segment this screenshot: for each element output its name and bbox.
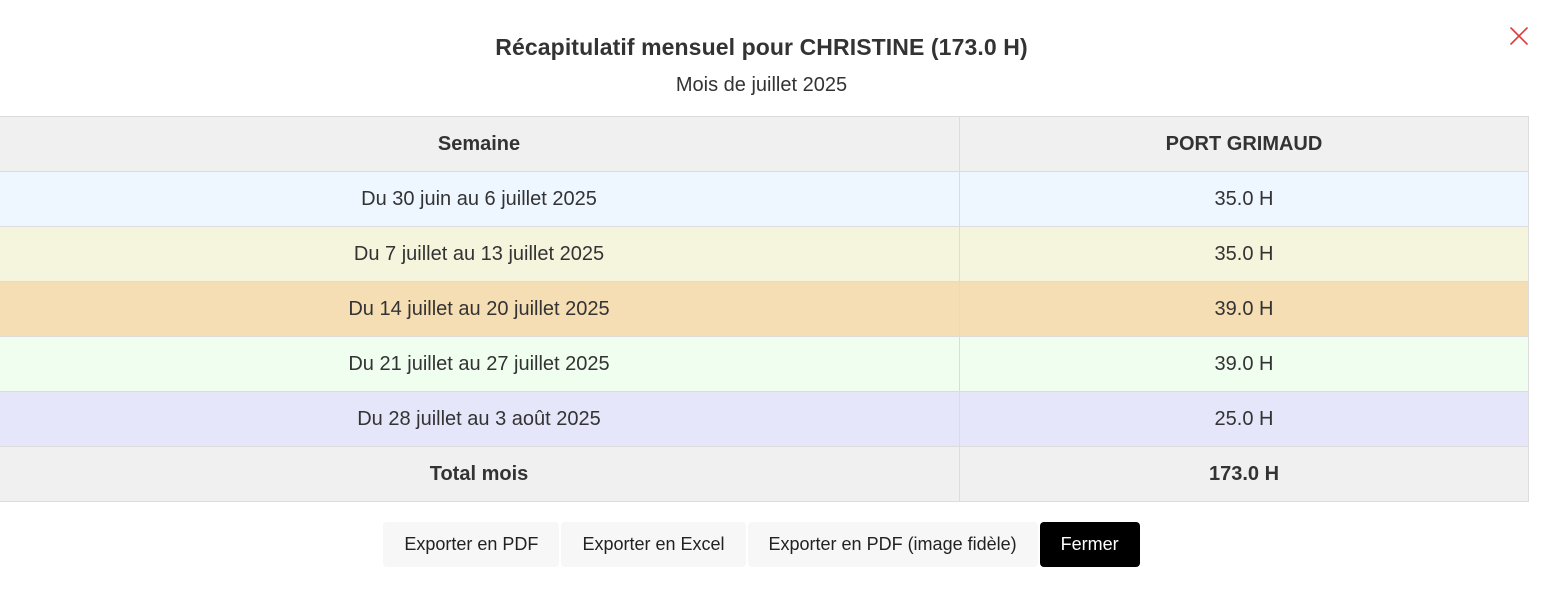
table-row: Du 21 juillet au 27 juillet 2025 39.0 H [0, 336, 1529, 392]
monthly-summary-modal: Récapitulatif mensuel pour CHRISTINE (17… [0, 0, 1561, 591]
total-label: Total mois [0, 446, 960, 502]
hours-cell: 35.0 H [959, 226, 1529, 282]
close-modal-button[interactable]: Fermer [1039, 522, 1140, 567]
export-pdf-button[interactable]: Exporter en PDF [383, 522, 560, 567]
week-cell: Du 30 juin au 6 juillet 2025 [0, 171, 960, 227]
export-excel-button[interactable]: Exporter en Excel [561, 522, 746, 567]
table-row: Du 7 juillet au 13 juillet 2025 35.0 H [0, 226, 1529, 282]
total-hours: 173.0 H [959, 446, 1529, 502]
total-row: Total mois 173.0 H [0, 446, 1529, 502]
hours-cell: 35.0 H [959, 171, 1529, 227]
week-cell: Du 14 juillet au 20 juillet 2025 [0, 281, 960, 337]
weekly-hours-table: Semaine PORT GRIMAUD Du 30 juin au 6 jui… [0, 116, 1529, 502]
table-header-row: Semaine PORT GRIMAUD [0, 116, 1529, 172]
export-pdf-image-button[interactable]: Exporter en PDF (image fidèle) [747, 522, 1038, 567]
modal-subtitle: Mois de juillet 2025 [675, 74, 848, 96]
hours-cell: 39.0 H [959, 336, 1529, 392]
column-header-week: Semaine [0, 116, 960, 172]
action-bar: Exporter en PDF Exporter en Excel Export… [0, 522, 1523, 567]
table-row: Du 28 juillet au 3 août 2025 25.0 H [0, 391, 1529, 447]
modal-title: Récapitulatif mensuel pour CHRISTINE (17… [495, 34, 1028, 60]
table-row: Du 30 juin au 6 juillet 2025 35.0 H [0, 171, 1529, 227]
week-cell: Du 28 juillet au 3 août 2025 [0, 391, 960, 447]
week-cell: Du 21 juillet au 27 juillet 2025 [0, 336, 960, 392]
table-row: Du 14 juillet au 20 juillet 2025 39.0 H [0, 281, 1529, 337]
hours-cell: 39.0 H [959, 281, 1529, 337]
week-cell: Du 7 juillet au 13 juillet 2025 [0, 226, 960, 282]
hours-cell: 25.0 H [959, 391, 1529, 447]
column-header-site: PORT GRIMAUD [959, 116, 1529, 172]
